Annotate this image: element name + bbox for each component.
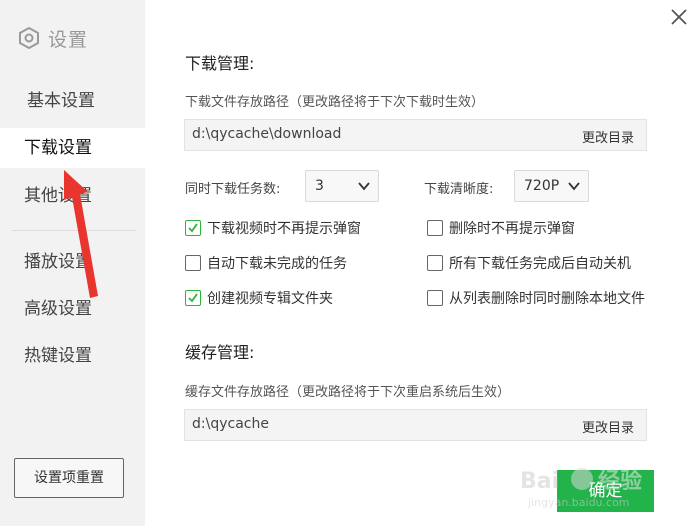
- concurrent-tasks-value: 3: [315, 178, 324, 194]
- sidebar-item-advanced-settings[interactable]: 高级设置: [0, 289, 145, 329]
- checkbox-box[interactable]: [427, 220, 443, 236]
- checkmark-icon: [188, 293, 198, 303]
- checkbox-label: 从列表删除时同时删除本地文件: [449, 291, 645, 307]
- checkbox-label: 下载视频时不再提示弹窗: [207, 221, 361, 237]
- chevron-down-icon: [568, 182, 580, 191]
- checkbox-auto-download-unfinished[interactable]: 自动下载未完成的任务: [185, 253, 347, 273]
- sidebar-header: 设置: [18, 24, 88, 52]
- cache-path-value: d:\qycache: [192, 416, 269, 432]
- sidebar-item-other-settings[interactable]: 其他设置: [0, 176, 145, 216]
- download-section-title: 下载管理:: [185, 54, 255, 73]
- sidebar-title: 设置: [48, 28, 89, 51]
- checkbox-label: 创建视频专辑文件夹: [207, 291, 333, 307]
- checkbox-box[interactable]: [185, 255, 201, 271]
- download-path-value: d:\qycache\download: [192, 126, 342, 142]
- checkmark-icon: [188, 223, 198, 233]
- confirm-button[interactable]: 确定: [557, 470, 654, 512]
- svg-text:Bai: Bai: [520, 469, 559, 494]
- checkbox-label: 删除时不再提示弹窗: [449, 221, 575, 237]
- cache-path-field: d:\qycache 更改目录: [184, 409, 647, 441]
- sidebar: 设置 基本设置 下载设置 其他设置 播放设置 高级设置 热键设置 设置项重置: [0, 0, 145, 526]
- checkbox-no-popup-on-download[interactable]: 下载视频时不再提示弹窗: [185, 218, 361, 238]
- clarity-label: 下载清晰度:: [424, 182, 494, 197]
- cache-change-dir-button[interactable]: 更改目录: [582, 417, 634, 436]
- concurrent-tasks-label: 同时下载任务数:: [185, 182, 281, 197]
- checkbox-no-popup-on-delete[interactable]: 删除时不再提示弹窗: [427, 218, 575, 238]
- checkbox-shutdown-after-download[interactable]: 所有下载任务完成后自动关机: [427, 253, 631, 273]
- checkbox-label: 所有下载任务完成后自动关机: [449, 256, 631, 272]
- cache-path-label: 缓存文件存放路径（更改路径将于下次重启系统后生效）: [185, 385, 511, 400]
- sidebar-item-playback-settings[interactable]: 播放设置: [0, 242, 145, 282]
- sidebar-item-download-settings[interactable]: 下载设置: [0, 128, 145, 168]
- checkbox-box-checked[interactable]: [185, 290, 201, 306]
- sidebar-divider: [12, 230, 136, 231]
- checkbox-delete-local-file[interactable]: 从列表删除时同时删除本地文件: [427, 288, 645, 308]
- checkbox-label: 自动下载未完成的任务: [207, 256, 347, 272]
- download-change-dir-button[interactable]: 更改目录: [582, 127, 634, 146]
- settings-hexagon-icon: [19, 27, 39, 49]
- checkbox-create-album-folder[interactable]: 创建视频专辑文件夹: [185, 288, 333, 308]
- cache-section-title: 缓存管理:: [185, 343, 255, 362]
- clarity-select[interactable]: 720P: [514, 170, 589, 202]
- chevron-down-icon: [358, 182, 370, 191]
- download-path-field: d:\qycache\download 更改目录: [184, 119, 647, 151]
- download-path-label: 下载文件存放路径（更改路径将于下次下载时生效）: [185, 95, 485, 110]
- clarity-value: 720P: [524, 178, 560, 194]
- checkbox-box-checked[interactable]: [185, 220, 201, 236]
- concurrent-tasks-select[interactable]: 3: [305, 170, 379, 202]
- checkbox-box[interactable]: [427, 255, 443, 271]
- close-icon[interactable]: [670, 8, 688, 26]
- sidebar-item-basic-settings[interactable]: 基本设置: [0, 81, 145, 121]
- checkbox-box[interactable]: [427, 290, 443, 306]
- reset-settings-button[interactable]: 设置项重置: [14, 458, 124, 498]
- sidebar-item-hotkey-settings[interactable]: 热键设置: [0, 336, 145, 376]
